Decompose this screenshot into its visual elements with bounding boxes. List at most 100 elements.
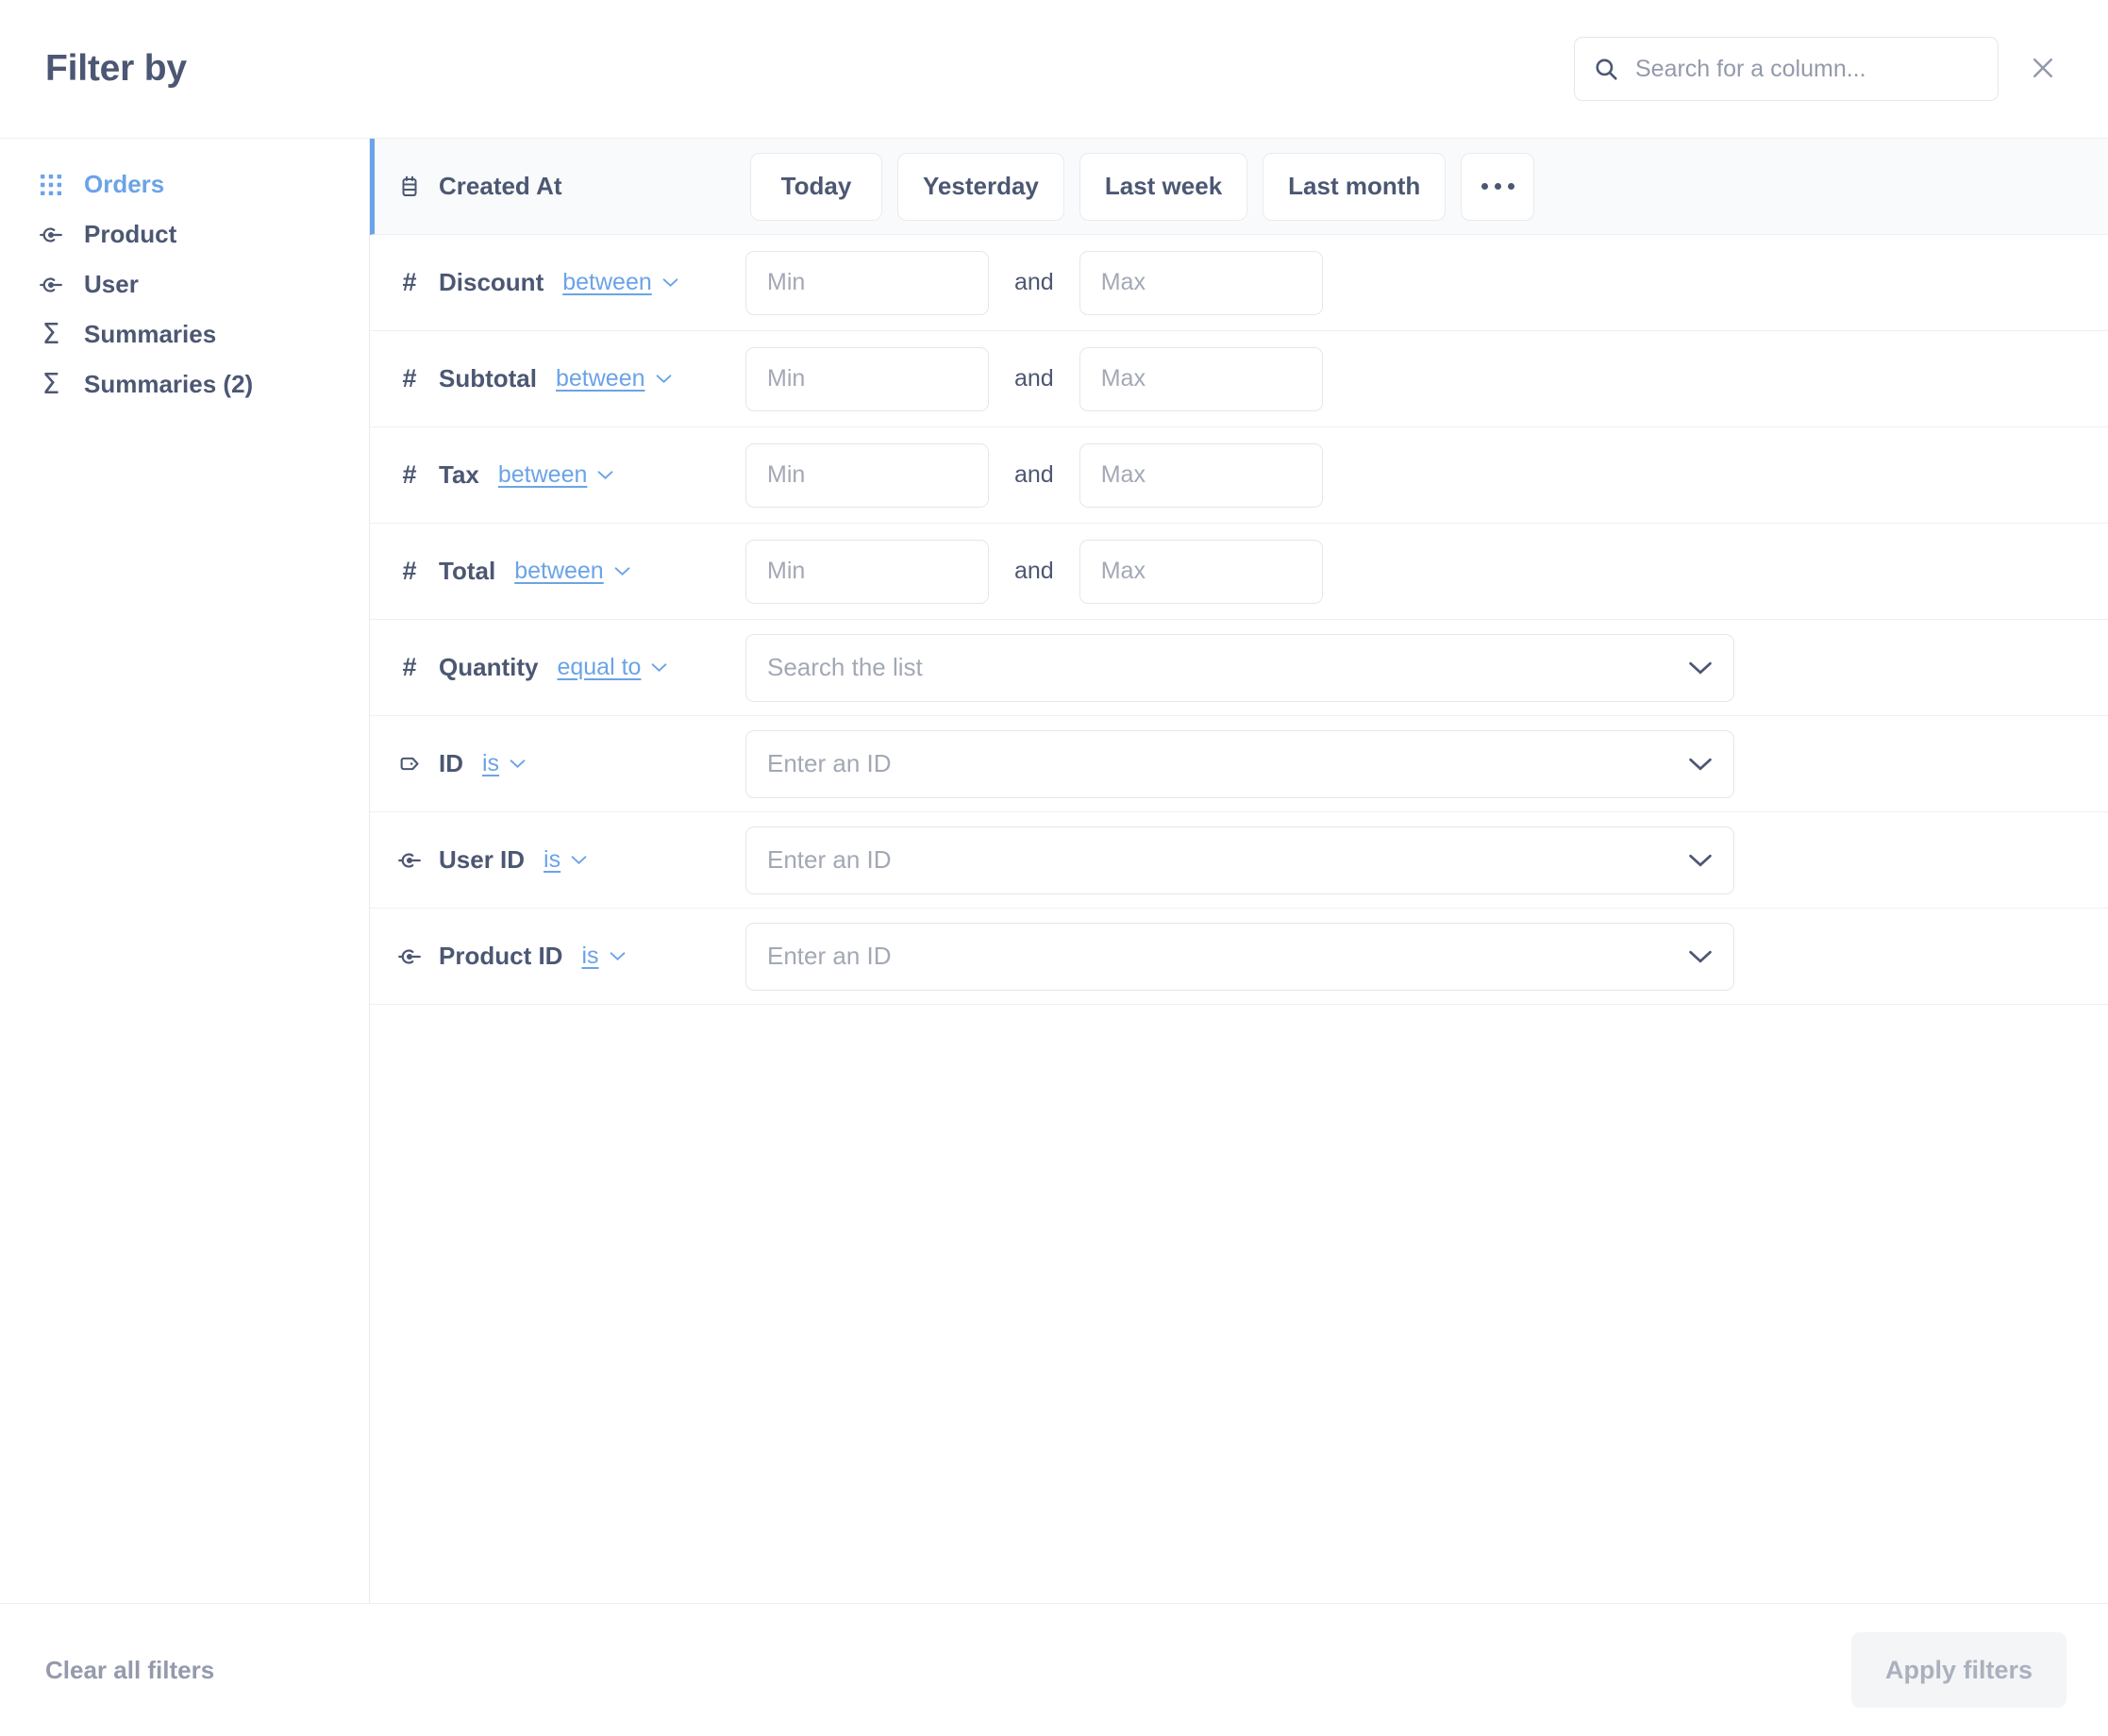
sidebar-item-label: Summaries — [84, 320, 217, 348]
user-id-select[interactable]: Enter an ID — [745, 826, 1734, 894]
filter-header: # Total between — [370, 557, 745, 586]
number-icon: # — [402, 653, 417, 681]
chevron-down-icon — [571, 856, 587, 864]
sidebar: Orders Product User Σ Summaries Σ Summar… — [0, 139, 370, 1603]
sidebar-item-product[interactable]: Product — [0, 209, 369, 259]
filter-header: # Subtotal between — [370, 364, 745, 393]
filter-header: # Discount between — [370, 268, 745, 297]
sidebar-item-summaries[interactable]: Σ Summaries — [0, 309, 369, 359]
chevron-down-icon — [598, 471, 613, 479]
sidebar-item-label: Summaries (2) — [84, 370, 254, 398]
date-shortcut-last-week[interactable]: Last week — [1079, 152, 1248, 221]
max-input[interactable] — [1079, 346, 1323, 411]
filter-modal: Filter by Search for a column... Orders … — [0, 0, 2108, 1736]
conjunction-label: and — [1014, 365, 1054, 392]
operator-dropdown[interactable]: equal to — [557, 654, 667, 681]
filter-header: Product ID is — [370, 942, 745, 971]
filter-values: and — [745, 250, 2078, 315]
select-placeholder: Enter an ID — [767, 845, 892, 874]
conjunction-label: and — [1014, 269, 1054, 295]
chevron-down-icon — [610, 952, 625, 960]
operator-label: between — [562, 269, 652, 295]
min-input[interactable] — [745, 250, 989, 315]
operator-label: between — [497, 461, 588, 488]
conjunction-label: and — [1014, 558, 1054, 584]
filter-column-name: Quantity — [439, 653, 539, 681]
entity-key-icon — [395, 750, 424, 778]
chevron-down-icon — [1688, 757, 1713, 772]
search-icon — [1594, 57, 1618, 81]
number-icon: # — [402, 364, 417, 392]
operator-dropdown[interactable]: between — [514, 558, 630, 585]
chevron-down-icon — [652, 663, 667, 672]
filter-values: Search the list — [745, 633, 2078, 702]
sidebar-item-user[interactable]: User — [0, 259, 369, 309]
sidebar-item-orders[interactable]: Orders — [0, 159, 369, 209]
date-shortcut-yesterday[interactable]: Yesterday — [897, 152, 1064, 221]
filter-row-subtotal: # Subtotal between and — [370, 331, 2108, 427]
filter-header: # Quantity equal to — [370, 653, 745, 682]
chevron-down-icon — [510, 760, 526, 768]
filter-row-created-at: Created At Today Yesterday Last week Las… — [370, 139, 2108, 235]
chevron-down-icon — [1688, 853, 1713, 868]
min-input[interactable] — [745, 442, 989, 508]
table-grid-icon — [38, 172, 64, 198]
operator-label: is — [581, 943, 599, 969]
sidebar-item-label: Product — [84, 220, 177, 248]
filter-column-name: Tax — [439, 460, 479, 489]
operator-dropdown[interactable]: between — [556, 365, 672, 392]
sigma-icon: Σ — [42, 317, 60, 351]
date-shortcut-today[interactable]: Today — [750, 152, 882, 221]
operator-label: is — [482, 750, 500, 776]
apply-filters-button[interactable]: Apply filters — [1850, 1632, 2066, 1708]
operator-dropdown[interactable]: between — [498, 461, 614, 489]
select-placeholder: Enter an ID — [767, 749, 892, 777]
clear-all-filters-button[interactable]: Clear all filters — [45, 1656, 214, 1685]
sidebar-item-summaries-2[interactable]: Σ Summaries (2) — [0, 359, 369, 409]
modal-header: Filter by — [0, 0, 2108, 139]
filter-column-name: Created At — [439, 172, 562, 200]
max-input[interactable] — [1079, 539, 1323, 604]
search-box[interactable] — [1574, 37, 1999, 101]
min-input[interactable] — [745, 346, 989, 411]
max-input[interactable] — [1079, 442, 1323, 508]
ellipsis-icon — [1481, 183, 1514, 190]
number-icon: # — [402, 268, 417, 296]
operator-dropdown[interactable]: is — [544, 846, 587, 874]
sidebar-item-label: User — [84, 270, 139, 298]
chevron-down-icon — [614, 567, 630, 576]
filter-values: Enter an ID — [745, 729, 2078, 798]
filter-header: ID is — [370, 749, 745, 778]
chevron-down-icon — [1688, 660, 1713, 676]
filter-row-discount: # Discount between and — [370, 235, 2108, 331]
calendar-icon — [395, 173, 424, 201]
modal-body: Orders Product User Σ Summaries Σ Summar… — [0, 139, 2108, 1604]
max-input[interactable] — [1079, 250, 1323, 315]
product-id-select[interactable]: Enter an ID — [745, 922, 1734, 991]
filter-header: # Tax between — [370, 460, 745, 490]
search-input[interactable] — [1635, 55, 1979, 83]
date-shortcut-last-month[interactable]: Last month — [1263, 152, 1447, 221]
close-button[interactable] — [2019, 45, 2066, 92]
chevron-down-icon — [656, 375, 671, 383]
operator-label: between — [556, 365, 645, 392]
conjunction-label: and — [1014, 461, 1054, 488]
filter-row-product-id: Product ID is Enter an ID — [370, 909, 2108, 1005]
more-options-button[interactable] — [1461, 152, 1535, 221]
operator-dropdown[interactable]: is — [482, 750, 526, 777]
operator-dropdown[interactable]: between — [562, 269, 678, 296]
foreign-key-icon — [38, 272, 64, 298]
quantity-select[interactable]: Search the list — [745, 633, 1734, 702]
id-select[interactable]: Enter an ID — [745, 729, 1734, 798]
page-title: Filter by — [45, 48, 187, 89]
operator-dropdown[interactable]: is — [581, 943, 625, 970]
select-placeholder: Enter an ID — [767, 942, 892, 970]
sidebar-item-label: Orders — [84, 170, 165, 198]
filter-column-name: User ID — [439, 845, 526, 874]
min-input[interactable] — [745, 539, 989, 604]
filter-column-name: Subtotal — [439, 364, 537, 392]
header-actions — [1574, 37, 2066, 101]
filter-values: and — [745, 346, 2078, 411]
foreign-key-icon — [38, 222, 64, 248]
filter-column-name: Total — [439, 557, 496, 585]
